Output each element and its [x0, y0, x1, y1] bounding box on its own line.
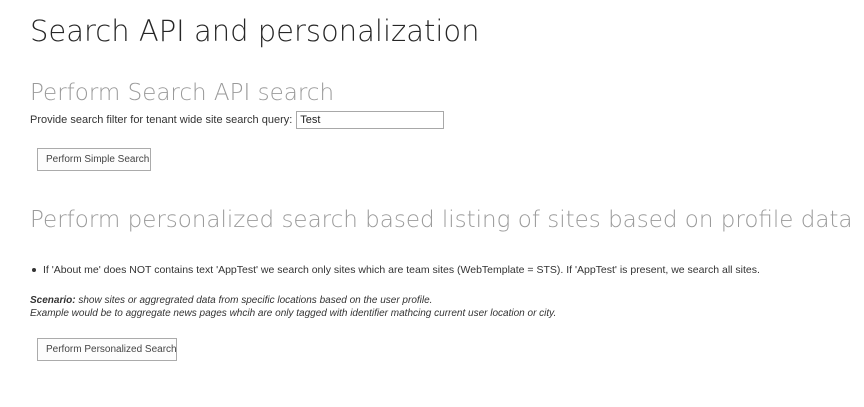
bullet-icon: [32, 268, 36, 272]
search-filter-label: Provide search filter for tenant wide si…: [30, 114, 293, 126]
perform-personalized-search-button[interactable]: Perform Personalized Search: [37, 338, 177, 361]
bullet-text: If 'About me' does NOT contains text 'Ap…: [43, 264, 760, 276]
example-line: Example would be to aggregate news pages…: [30, 308, 557, 319]
info-bullet-list: If 'About me' does NOT contains text 'Ap…: [30, 264, 760, 276]
scenario-text: show sites or aggregrated data from spec…: [75, 295, 433, 306]
scenario-description: Scenario: show sites or aggregrated data…: [30, 294, 556, 320]
list-item: If 'About me' does NOT contains text 'Ap…: [30, 264, 760, 276]
scenario-label: Scenario:: [30, 295, 76, 306]
scenario-line: Scenario: show sites or aggregrated data…: [30, 294, 556, 307]
page-title: Search API and personalization: [30, 14, 480, 48]
personalized-section-heading: Perform personalized search based listin…: [30, 207, 853, 233]
perform-simple-search-button[interactable]: Perform Simple Search: [37, 148, 151, 171]
search-section-heading: Perform Search API search: [30, 80, 335, 106]
search-filter-row: Provide search filter for tenant wide si…: [30, 110, 445, 130]
search-filter-input[interactable]: [296, 111, 445, 129]
